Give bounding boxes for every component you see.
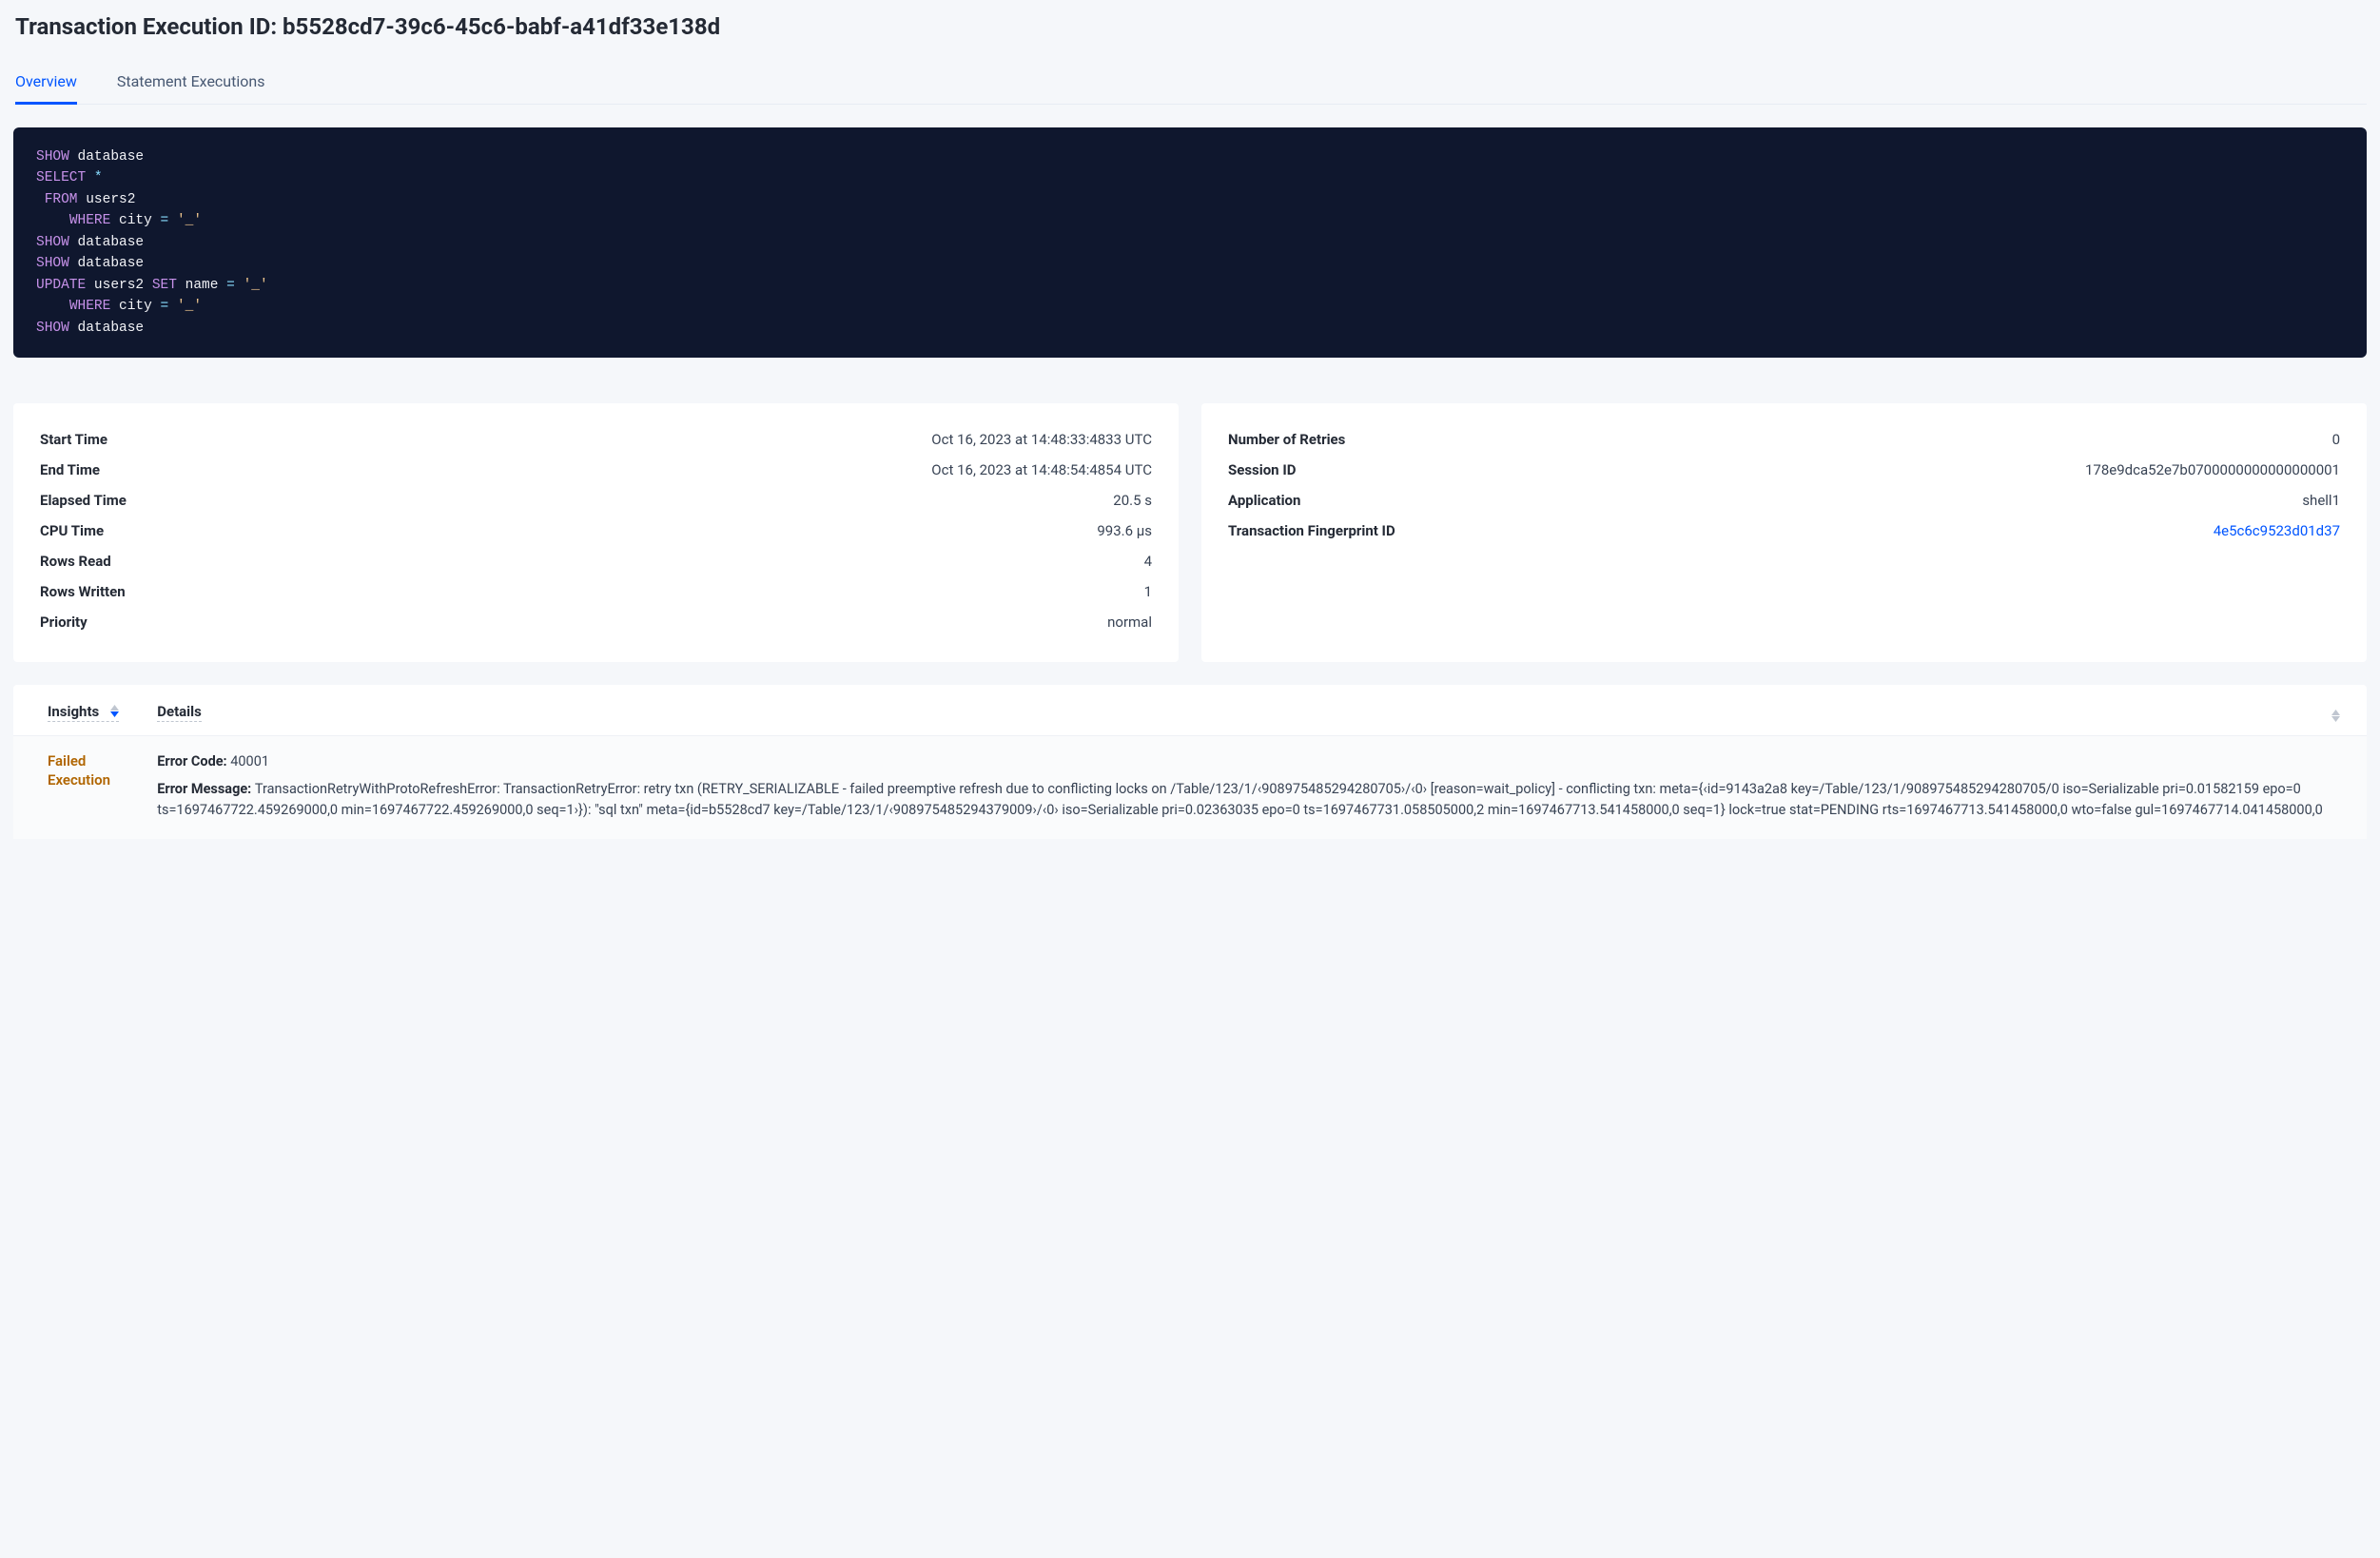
insights-table: Insights Details	[13, 685, 2367, 838]
stat-label: CPU Time	[40, 522, 104, 539]
stat-label: Rows Written	[40, 583, 126, 600]
stat-label: Application	[1228, 492, 1300, 509]
insight-name-cell: Failed Execution	[13, 736, 138, 839]
stat-value: 4	[1144, 553, 1152, 570]
sql-kw: UPDATE	[36, 278, 86, 293]
stat-value: shell1	[2302, 492, 2340, 509]
sql-str: '_'	[177, 299, 202, 314]
stat-label: Number of Retries	[1228, 431, 1345, 448]
insight-name-line2: Execution	[48, 771, 110, 789]
sql-kw: WHERE	[69, 213, 111, 228]
stat-value: Oct 16, 2023 at 14:48:54:4854 UTC	[931, 461, 1152, 478]
stat-retries: Number of Retries 0	[1228, 424, 2340, 455]
sql-kw: SHOW	[36, 256, 69, 271]
sql-kw: SHOW	[36, 321, 69, 336]
sql-kw: WHERE	[69, 299, 111, 314]
sql-code-block: SHOW database SELECT * FROM users2 WHERE…	[13, 127, 2367, 358]
sql-kw: SET	[152, 278, 177, 293]
stats-row: Start Time Oct 16, 2023 at 14:48:33:4833…	[13, 403, 2367, 662]
stat-value: 993.6 µs	[1097, 522, 1152, 539]
sql-op: =	[161, 299, 169, 314]
stat-application: Application shell1	[1228, 485, 2340, 516]
stat-end-time: End Time Oct 16, 2023 at 14:48:54:4854 U…	[40, 455, 1152, 485]
sql-ident: database	[78, 321, 145, 336]
stat-label: Transaction Fingerprint ID	[1228, 522, 1395, 539]
title-id: b5528cd7-39c6-45c6-babf-a41df33e138d	[283, 13, 720, 40]
sort-icon	[110, 705, 119, 717]
sql-kw: FROM	[45, 192, 78, 207]
error-message-label: Error Message:	[157, 781, 255, 797]
fingerprint-link[interactable]: 4e5c6c9523d01d37	[2214, 522, 2340, 539]
sql-op: =	[226, 278, 235, 293]
stat-value: 0	[2332, 431, 2340, 448]
stat-label: End Time	[40, 461, 100, 478]
sql-ident: city	[119, 299, 152, 314]
stat-value: 20.5 s	[1113, 492, 1152, 509]
insights-card: Insights Details	[13, 685, 2367, 838]
sql-ident: city	[119, 213, 152, 228]
stat-value: 1	[1144, 583, 1152, 600]
stat-label: Session ID	[1228, 461, 1296, 478]
sql-ident: database	[78, 235, 145, 250]
col-header-label: Insights	[48, 703, 99, 720]
stat-label: Rows Read	[40, 553, 111, 570]
insight-name-line1: Failed	[48, 752, 86, 769]
col-header-sort[interactable]	[2310, 685, 2367, 736]
stat-fingerprint-id: Transaction Fingerprint ID 4e5c6c9523d01…	[1228, 516, 2340, 546]
stat-value: 178e9dca52e7b0700000000000000001	[2085, 461, 2340, 478]
stats-card-right: Number of Retries 0 Session ID 178e9dca5…	[1201, 403, 2367, 662]
stat-priority: Priority normal	[40, 607, 1152, 637]
sql-kw: SHOW	[36, 149, 69, 165]
stat-session-id: Session ID 178e9dca52e7b0700000000000000…	[1228, 455, 2340, 485]
stat-label: Priority	[40, 613, 88, 631]
stats-card-left: Start Time Oct 16, 2023 at 14:48:33:4833…	[13, 403, 1179, 662]
error-code-label: Error Code:	[157, 753, 230, 769]
stat-label: Elapsed Time	[40, 492, 127, 509]
sql-str: '_'	[244, 278, 268, 293]
sql-kw: SELECT	[36, 170, 86, 185]
stat-value: normal	[1107, 613, 1152, 631]
sql-op: =	[161, 213, 169, 228]
col-header-insights[interactable]: Insights	[13, 685, 138, 736]
table-row: Failed Execution Error Code: 40001 Error…	[13, 736, 2367, 839]
stat-value: Oct 16, 2023 at 14:48:33:4833 UTC	[931, 431, 1152, 448]
sql-op: *	[94, 170, 103, 185]
sql-kw: SHOW	[36, 235, 69, 250]
tab-statement-executions[interactable]: Statement Executions	[117, 63, 265, 105]
sql-ident: users2	[94, 278, 144, 293]
stat-rows-read: Rows Read 4	[40, 546, 1152, 576]
tab-overview[interactable]: Overview	[15, 63, 77, 105]
title-prefix: Transaction Execution ID:	[15, 13, 283, 40]
insight-details-cell: Error Code: 40001 Error Message: Transac…	[138, 736, 2367, 839]
stat-rows-written: Rows Written 1	[40, 576, 1152, 607]
sql-ident: name	[185, 278, 219, 293]
stat-label: Start Time	[40, 431, 107, 448]
error-message-value: TransactionRetryWithProtoRefreshError: T…	[157, 781, 2323, 818]
stat-elapsed-time: Elapsed Time 20.5 s	[40, 485, 1152, 516]
error-code-value: 40001	[230, 753, 269, 769]
sql-ident: database	[78, 256, 145, 271]
sql-ident: users2	[86, 192, 135, 207]
sql-str: '_'	[177, 213, 202, 228]
stat-start-time: Start Time Oct 16, 2023 at 14:48:33:4833…	[40, 424, 1152, 455]
page-title: Transaction Execution ID: b5528cd7-39c6-…	[13, 13, 2367, 40]
tabs: Overview Statement Executions	[13, 63, 2367, 105]
sort-icon	[2331, 710, 2340, 722]
stat-cpu-time: CPU Time 993.6 µs	[40, 516, 1152, 546]
col-header-label: Details	[157, 703, 202, 720]
col-header-details[interactable]: Details	[138, 685, 2310, 736]
sql-ident: database	[78, 149, 145, 165]
